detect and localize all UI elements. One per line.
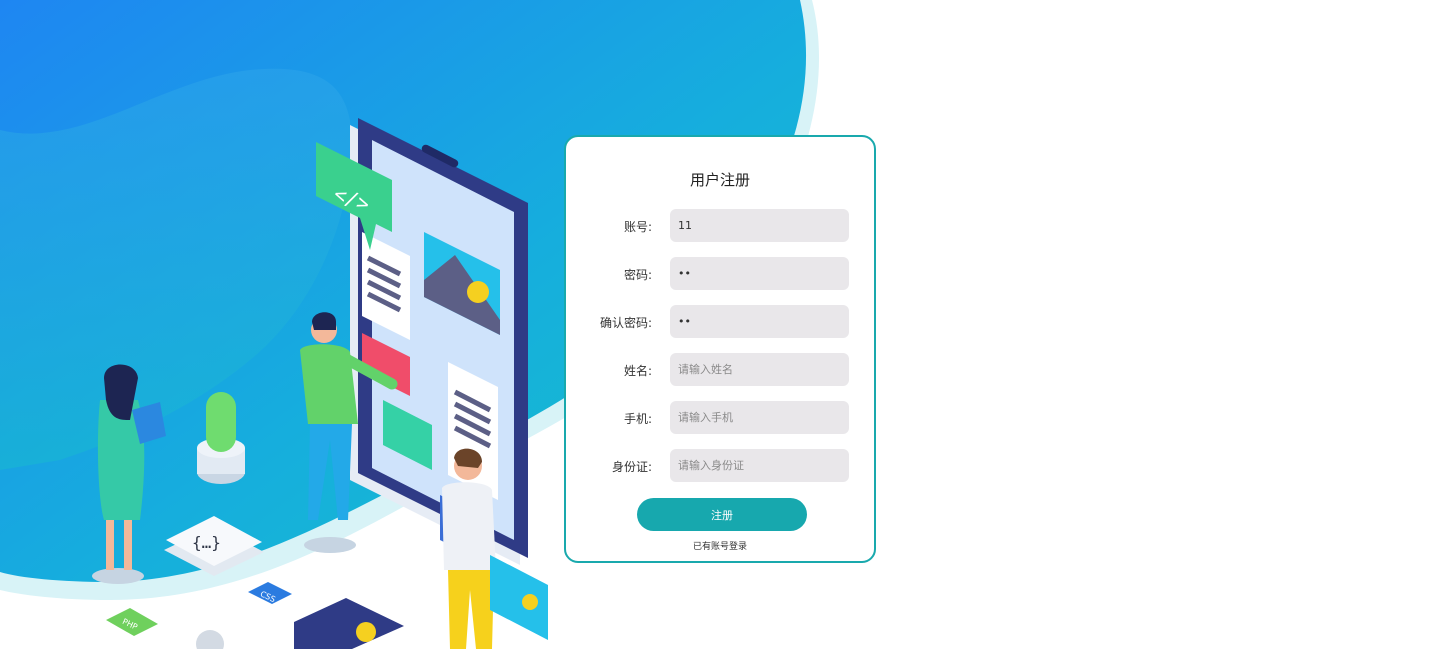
account-input[interactable] xyxy=(670,209,849,242)
name-input[interactable] xyxy=(670,353,849,386)
register-button[interactable]: 注册 xyxy=(637,498,807,531)
account-row: 账号: xyxy=(566,209,874,243)
password-row: 密码: xyxy=(566,257,874,291)
password-label: 密码: xyxy=(623,268,652,282)
id-card-row: 身份证: xyxy=(566,449,874,483)
register-card: 用户注册 账号: 密码: 确认密码: 姓名: 手机: 身份证: 注册 已有账号登… xyxy=(564,135,876,563)
phone-label: 手机: xyxy=(623,412,652,426)
confirm-password-row: 确认密码: xyxy=(566,305,874,339)
account-label: 账号: xyxy=(623,220,652,234)
confirm-password-label: 确认密码: xyxy=(599,316,652,330)
confirm-password-input[interactable] xyxy=(670,305,849,338)
css-tag-icon: CSS xyxy=(248,582,292,604)
name-row: 姓名: xyxy=(566,353,874,387)
id-card-label: 身份证: xyxy=(611,460,652,474)
phone-row: 手机: xyxy=(566,401,874,435)
form-title: 用户注册 xyxy=(689,171,750,189)
svg-text:{…}: {…} xyxy=(192,533,221,552)
phone-input[interactable] xyxy=(670,401,849,434)
php-tag-icon: PHP xyxy=(106,608,158,636)
password-input[interactable] xyxy=(670,257,849,290)
id-card-input[interactable] xyxy=(670,449,849,482)
name-label: 姓名: xyxy=(623,364,652,378)
login-link[interactable]: 已有账号登录 xyxy=(566,539,874,552)
